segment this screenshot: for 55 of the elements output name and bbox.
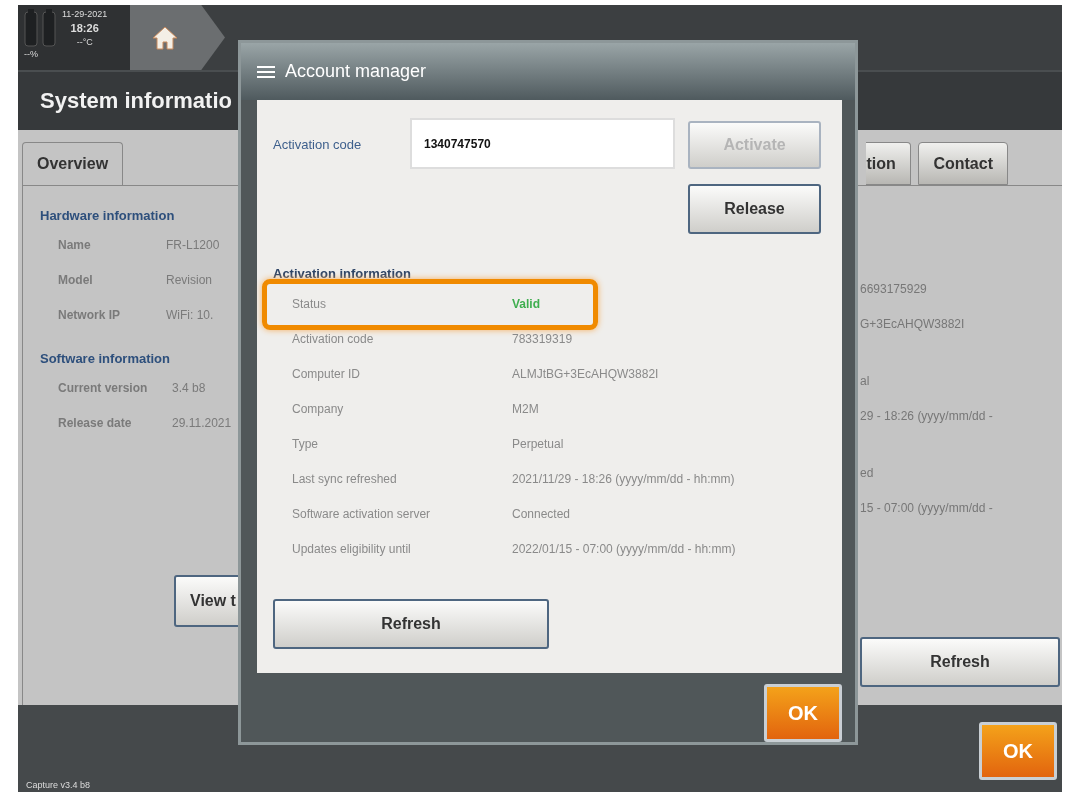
section-heading: Activation information <box>273 266 412 283</box>
info-label: Activation code <box>292 331 375 346</box>
section-heading: Software information <box>40 351 171 368</box>
info-label: Computer ID <box>292 366 362 381</box>
tab[interactable]: Contact <box>918 142 1008 185</box>
home-button[interactable] <box>130 5 225 70</box>
info-label: Release date <box>58 416 133 432</box>
info-value: G+3EcAHQW3882I <box>860 317 966 333</box>
info-value: Connected <box>512 506 571 521</box>
info-value: Revision <box>166 273 213 289</box>
release-button[interactable]: Release <box>688 184 821 234</box>
humidity-reading: --% <box>24 49 39 59</box>
info-value: 2022/01/15 - 07:00 (yyyy/mm/dd - hh:mm) <box>512 541 736 556</box>
info-value: 15 - 07:00 (yyyy/mm/dd - <box>860 501 994 517</box>
info-value: Perpetual <box>512 436 564 451</box>
tab[interactable]: Overview <box>22 142 124 185</box>
info-value: 29 - 18:26 (yyyy/mm/dd - <box>860 409 994 425</box>
status-value: Valid <box>512 296 540 311</box>
field-label: Activation code <box>273 136 363 154</box>
menu-icon[interactable] <box>257 65 275 78</box>
info-value: ed <box>860 466 875 482</box>
info-value: 6693175929 <box>860 282 928 298</box>
date-text: 11-29-2021 <box>62 9 108 19</box>
info-value: M2M <box>512 401 539 416</box>
refresh-button[interactable]: Refresh <box>273 599 549 649</box>
battery-icon <box>42 9 56 47</box>
temperature-reading: --°C <box>76 37 93 47</box>
info-label: Type <box>292 436 319 451</box>
battery-icon <box>24 9 38 47</box>
info-label: Last sync refreshed <box>292 471 398 486</box>
dialog-title: Account manager <box>285 61 427 82</box>
activation-code-field[interactable]: 1340747570 <box>410 118 675 169</box>
tab[interactable]: tion <box>866 142 912 185</box>
version-caption: Capture v3.4 b8 <box>26 780 91 790</box>
info-value: ALMJtBG+3EcAHQW3882I <box>512 366 659 381</box>
info-value: 783319319 <box>512 331 573 346</box>
refresh-button[interactable]: Refresh <box>860 637 1060 687</box>
info-label: Updates eligibility until <box>292 541 412 556</box>
house-icon <box>152 25 178 50</box>
info-label: Current version <box>58 381 149 397</box>
screen-title: System informatio <box>40 88 232 114</box>
time-text: 18:26 <box>70 22 99 34</box>
info-label: Status <box>292 296 328 311</box>
info-value: FR-L1200 <box>166 238 220 254</box>
info-label: Name <box>58 238 92 254</box>
info-label: Network IP <box>58 308 121 324</box>
info-value: WiFi: 10. <box>166 308 214 324</box>
info-value: al <box>860 374 871 390</box>
section-heading: Hardware information <box>40 208 176 225</box>
info-label: Company <box>292 401 345 416</box>
info-value: 29.11.2021 <box>172 416 232 432</box>
info-value: 2021/11/29 - 18:26 (yyyy/mm/dd - hh:mm) <box>512 471 735 486</box>
info-value: 3.4 b8 <box>172 381 206 397</box>
info-label: Model <box>58 273 94 289</box>
info-label: Software activation server <box>292 506 432 521</box>
